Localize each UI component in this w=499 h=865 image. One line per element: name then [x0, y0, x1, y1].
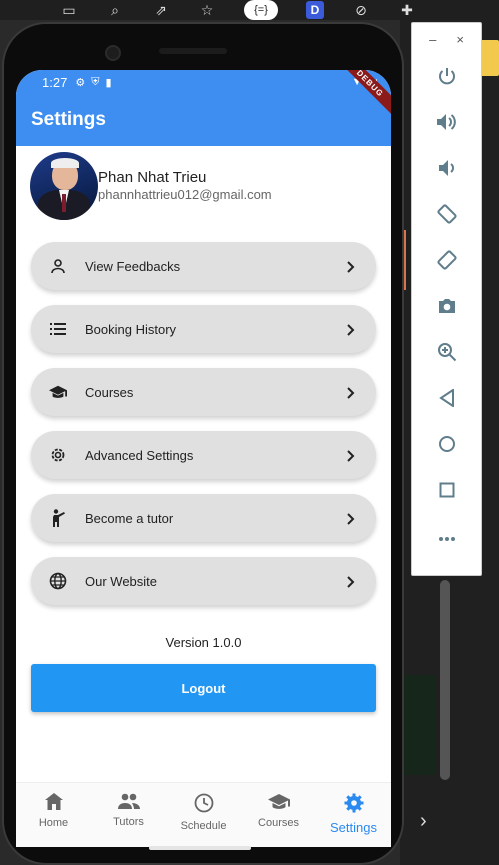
menu-item-label: Courses	[85, 384, 134, 400]
close-icon[interactable]: ×	[456, 32, 464, 47]
app-screen: 1:27 ⚙ ⛨ ▮ ▼ ◢ DEBUG Settings Phan Nhat …	[16, 70, 391, 847]
people-icon	[117, 793, 140, 812]
menu-item-label: Become a tutor	[85, 510, 174, 526]
nav-label: Courses	[258, 817, 299, 829]
star-icon[interactable]: ☆	[198, 3, 216, 17]
list-icon	[49, 320, 67, 338]
avatar[interactable]	[30, 152, 98, 220]
shield-status-icon: ⛨	[91, 75, 100, 88]
chevron-right-icon	[344, 386, 356, 399]
nav-item-schedule[interactable]: Schedule	[166, 783, 241, 847]
search-icon[interactable]: ⌕	[106, 3, 124, 17]
browser-toolbar: ▭ ⌕ ⇗ ☆ {=} D ⊘ ✚	[0, 0, 499, 20]
nav-item-settings[interactable]: Settings	[316, 783, 391, 847]
back-icon	[438, 387, 455, 412]
emulator-controls: – ×	[411, 22, 482, 576]
home-circle-icon	[438, 435, 456, 458]
zoom-button[interactable]	[412, 331, 481, 377]
menu-item-become-a-tutor[interactable]: Become a tutor	[31, 494, 376, 542]
minimize-icon[interactable]: –	[429, 32, 436, 47]
settings-icon	[344, 793, 364, 816]
person-icon	[49, 257, 67, 275]
folder-icon[interactable]	[480, 40, 499, 76]
menu-item-our-website[interactable]: Our Website	[31, 557, 376, 605]
volume-down-icon	[438, 159, 456, 182]
extension-d-icon[interactable]: D	[306, 1, 324, 19]
home-button[interactable]	[412, 423, 481, 469]
power-icon	[437, 66, 457, 91]
chevron-right-icon	[344, 449, 356, 462]
camera-icon	[437, 298, 457, 319]
menu-item-advanced-settings[interactable]: Advanced Settings	[31, 431, 376, 479]
volume-up-button[interactable]	[412, 101, 481, 147]
volume-up-icon	[436, 113, 458, 136]
sim-status-icon: ▮	[105, 76, 112, 89]
chevron-right-icon	[344, 575, 356, 588]
globe-icon	[49, 572, 67, 590]
overview-icon	[439, 482, 455, 503]
power-button[interactable]	[412, 55, 481, 101]
volume-down-button[interactable]	[412, 147, 481, 193]
nav-label: Settings	[330, 820, 377, 835]
rotate-left-button[interactable]	[412, 193, 481, 239]
teacher-icon	[49, 509, 67, 527]
screenshot-icon[interactable]: ▭	[60, 3, 78, 17]
puzzle-icon[interactable]: ✚	[398, 3, 416, 17]
graduation-cap-icon	[49, 383, 67, 401]
profile-name: Phan Nhat Trieu	[98, 169, 207, 186]
menu-item-label: Our Website	[85, 573, 158, 589]
more-icon	[438, 529, 456, 547]
logout-button[interactable]: Logout	[31, 664, 376, 712]
nav-label: Tutors	[113, 816, 144, 828]
chevron-right-icon	[344, 323, 356, 336]
back-button[interactable]	[412, 377, 481, 423]
speaker-grille	[159, 48, 227, 54]
bottom-navigation: Home Tutors Schedule Courses Settings	[16, 782, 391, 847]
rotate-right-icon	[436, 249, 457, 275]
page-title: Settings	[31, 109, 106, 130]
overview-button[interactable]	[412, 469, 481, 515]
share-icon[interactable]: ⇗	[152, 3, 170, 17]
scrollbar[interactable]	[440, 580, 450, 780]
menu-item-label: View Feedbacks	[85, 258, 181, 274]
home-icon	[44, 793, 63, 813]
profile-header[interactable]: Phan Nhat Trieu phannhattrieu012@gmail.c…	[16, 146, 391, 226]
settings-menu: View Feedbacks Booking History Courses A…	[16, 226, 391, 605]
nav-item-home[interactable]: Home	[16, 783, 91, 847]
status-time: 1:27	[42, 74, 68, 90]
profile-email: phannhattrieu012@gmail.com	[98, 187, 272, 202]
extension-pill-icon[interactable]: {=}	[244, 0, 278, 20]
menu-item-courses[interactable]: Courses	[31, 368, 376, 416]
chevron-right-icon	[344, 512, 356, 525]
rotate-right-button[interactable]	[412, 239, 481, 285]
nav-item-courses[interactable]: Courses	[241, 783, 316, 847]
compass-icon[interactable]: ⊘	[352, 3, 370, 17]
nav-label: Home	[38, 817, 69, 829]
menu-item-label: Booking History	[85, 321, 177, 337]
nav-item-tutors[interactable]: Tutors	[91, 783, 166, 847]
settings-status-icon: ⚙	[75, 76, 86, 89]
menu-item-label: Advanced Settings	[85, 447, 194, 463]
app-version: Version 1.0.0	[165, 635, 242, 650]
clock-icon	[194, 793, 214, 816]
gear-icon	[49, 446, 67, 464]
school-icon	[267, 793, 290, 813]
camera-lens	[105, 45, 121, 61]
status-bar: 1:27 ⚙ ⛨ ▮ ▼ ◢ DEBUG	[16, 70, 391, 120]
menu-item-view-feedbacks[interactable]: View Feedbacks	[31, 242, 376, 290]
zoom-icon	[437, 342, 457, 367]
app-bar: Settings	[16, 94, 391, 146]
more-button[interactable]	[412, 515, 481, 561]
chevron-right-icon	[344, 260, 356, 273]
menu-item-booking-history[interactable]: Booking History	[31, 305, 376, 353]
desktop-panel	[400, 675, 435, 775]
rotate-left-icon	[436, 203, 457, 229]
nav-label: Schedule	[180, 820, 227, 832]
gesture-home-bar[interactable]	[149, 846, 251, 850]
screenshot-button[interactable]	[412, 285, 481, 331]
chevron-right-icon[interactable]: ›	[420, 810, 427, 833]
